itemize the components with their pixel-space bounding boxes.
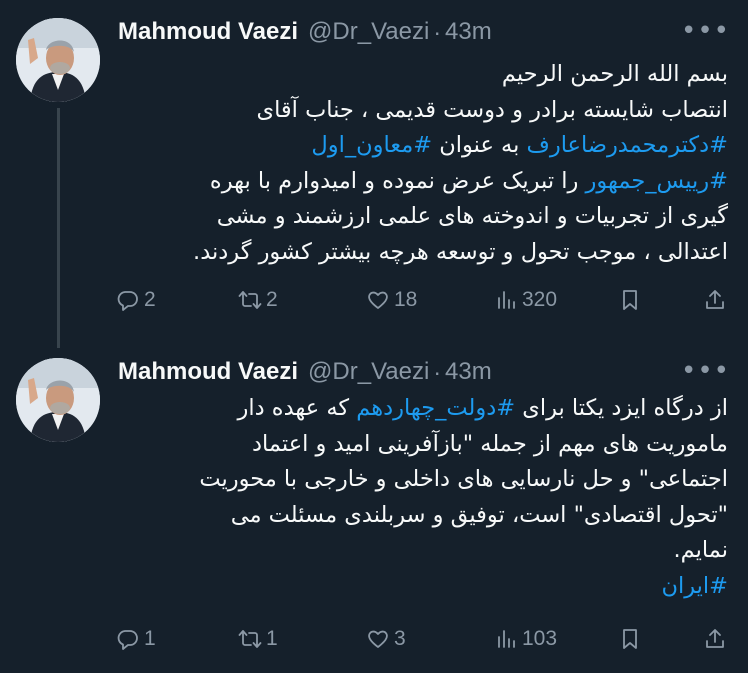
tweet-actions: 2 2 18 320: [116, 283, 732, 317]
reply-icon: [117, 630, 138, 650]
thread-connector: [57, 108, 60, 348]
more-icon[interactable]: •••: [681, 16, 730, 46]
reply-icon: [117, 291, 138, 311]
bookmark-icon: [623, 629, 637, 649]
retweet-button[interactable]: 1: [238, 622, 278, 656]
bookmark-icon: [623, 290, 637, 310]
tweet-actions: 1 1 3 103: [116, 622, 732, 656]
share-icon: [706, 290, 724, 309]
share-button[interactable]: [703, 283, 731, 317]
like-count: 18: [394, 288, 418, 311]
author-handle[interactable]: @Dr_Vaezi: [308, 18, 429, 46]
hashtag-link[interactable]: #ایران: [661, 573, 728, 599]
tweet-header: Mahmoud Vaezi @Dr_Vaezi · 43m: [118, 15, 492, 49]
hashtag-link[interactable]: #دکترمحمدرضاعارف: [527, 132, 728, 158]
tweet-text: از درگاه ایزد یکتا برای #دولت_چهاردهم که…: [118, 391, 728, 604]
author-name[interactable]: Mahmoud Vaezi: [118, 18, 298, 46]
text-line: #دکترمحمدرضاعارف به عنوان #معاون_اول: [311, 132, 728, 158]
text-line: نمایم.: [673, 537, 728, 563]
separator: ·: [433, 358, 442, 385]
tweet-1[interactable]: Mahmoud Vaezi @Dr_Vaezi · 43m ••• بسم ال…: [0, 0, 748, 348]
like-button[interactable]: 18: [366, 283, 417, 317]
share-button[interactable]: [703, 622, 731, 656]
bookmark-button[interactable]: [618, 283, 646, 317]
avatar-image: [16, 358, 100, 442]
timestamp[interactable]: 43m: [445, 18, 492, 46]
text-line: #ایران: [118, 569, 728, 605]
reply-button[interactable]: 1: [116, 622, 156, 656]
like-icon: [368, 291, 388, 309]
author-name[interactable]: Mahmoud Vaezi: [118, 358, 298, 386]
like-button[interactable]: 3: [366, 622, 406, 656]
like-count: 3: [394, 627, 406, 650]
avatar[interactable]: [16, 358, 100, 442]
text-line: ماموریت های مهم از جمله "بازآفرینی امید …: [252, 430, 728, 457]
hashtag-link[interactable]: #دولت_چهاردهم: [356, 395, 515, 421]
views-icon: [498, 630, 515, 648]
views-button[interactable]: 103: [494, 622, 557, 656]
reply-button[interactable]: 2: [116, 283, 156, 317]
retweet-count: 2: [266, 288, 278, 311]
like-icon: [368, 630, 388, 648]
retweet-icon: [238, 630, 262, 648]
views-button[interactable]: 320: [494, 283, 557, 317]
text-line: انتصاب شایسته برادر و دوست قدیمی ، جناب …: [256, 96, 728, 123]
text-line: از درگاه ایزد یکتا برای #دولت_چهاردهم که…: [237, 395, 729, 421]
avatar-image: [16, 18, 100, 102]
views-count: 320: [522, 288, 558, 311]
text-line: گیری از تجربیات و اندوخته های علمی ارزشم…: [216, 203, 728, 229]
retweet-icon: [238, 291, 262, 309]
avatar[interactable]: [16, 18, 100, 102]
text-line: اجتماعی" و حل نارسایی های داخلی و خارجی …: [199, 466, 728, 492]
tweet-text: بسم الله الرحمن الرحیم انتصاب شایسته برا…: [118, 57, 728, 270]
timestamp[interactable]: 43m: [445, 358, 492, 386]
separator: ·: [433, 18, 442, 45]
text-line: اعتدالی ، موجب تحول و توسعه هرچه بیشتر ک…: [193, 238, 728, 265]
tweet-2[interactable]: Mahmoud Vaezi @Dr_Vaezi · 43m ••• از درگ…: [0, 340, 748, 673]
author-handle[interactable]: @Dr_Vaezi: [308, 358, 429, 386]
reply-count: 1: [144, 627, 156, 650]
share-icon: [706, 629, 724, 648]
tweet-header: Mahmoud Vaezi @Dr_Vaezi · 43m: [118, 355, 492, 389]
more-icon[interactable]: •••: [681, 356, 730, 386]
reply-count: 2: [144, 288, 156, 311]
bookmark-button[interactable]: [618, 622, 646, 656]
views-count: 103: [522, 627, 558, 650]
hashtag-link[interactable]: #رییس_جمهور: [586, 168, 728, 194]
text-line: بسم الله الرحمن الرحیم: [501, 61, 728, 87]
retweet-count: 1: [266, 627, 278, 650]
views-icon: [498, 291, 515, 309]
text-line: "تحول اقتصادی" است، توفیق و سربلندی مسئل…: [230, 501, 728, 528]
hashtag-link[interactable]: #معاون_اول: [311, 132, 432, 158]
text-line: #رییس_جمهور را تبریک عرض نموده و امیدوار…: [209, 167, 728, 194]
retweet-button[interactable]: 2: [238, 283, 278, 317]
